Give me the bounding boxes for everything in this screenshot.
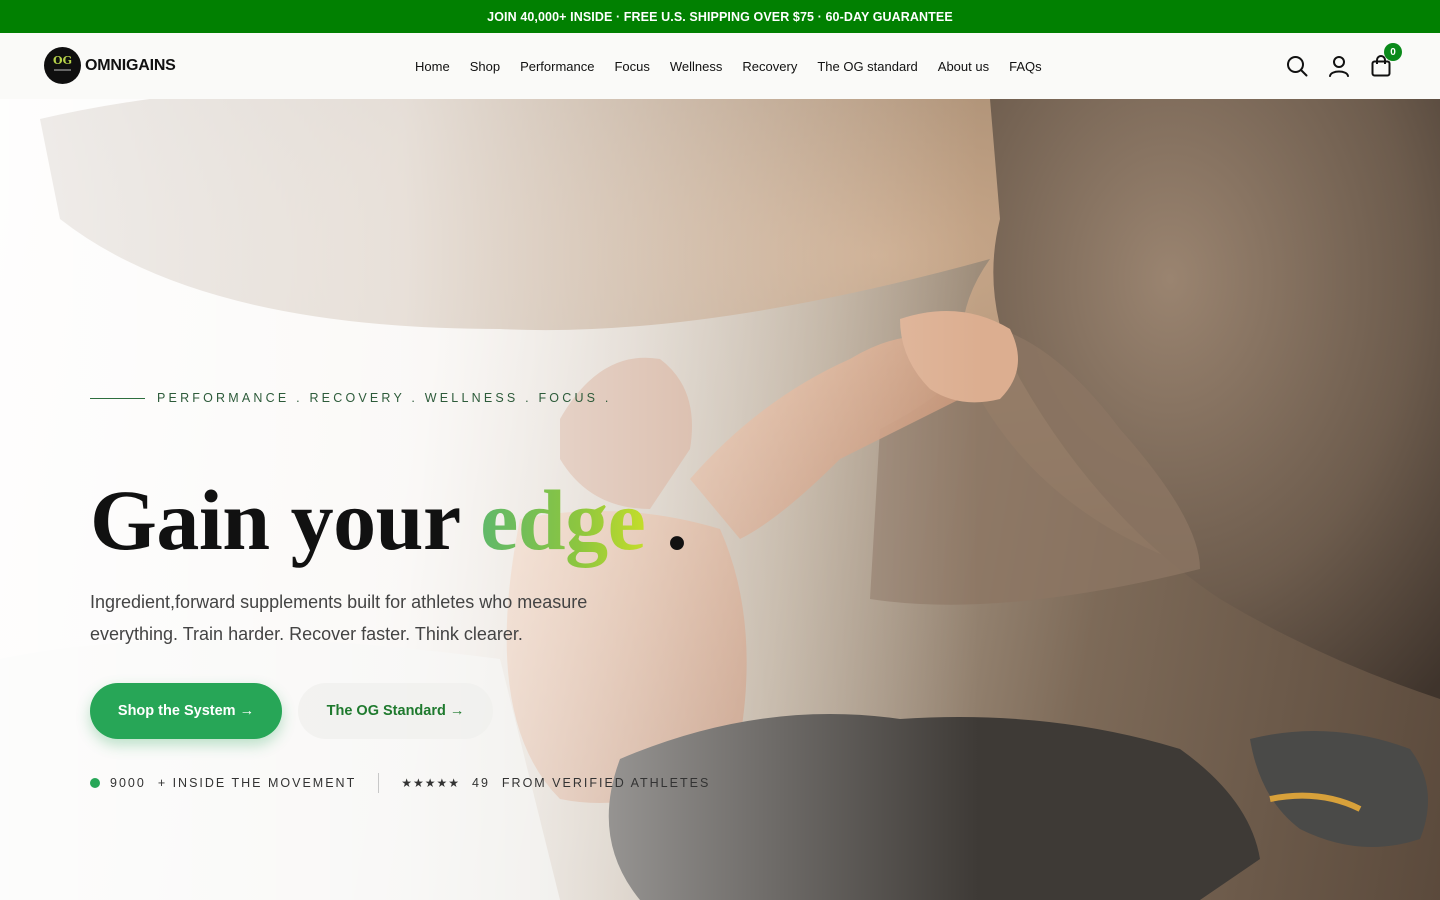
brand-name: OMNIGAINS [85,56,176,74]
logo-mark-text: OG [53,54,72,67]
nav-wellness[interactable]: Wellness [670,59,723,74]
eyebrow-rule [90,397,145,399]
headline-accent: edge [480,472,646,568]
nav-faqs[interactable]: FAQs [1009,59,1042,74]
search-icon[interactable] [1286,55,1308,77]
headline-start: Gain your [90,472,481,568]
stats-divider [378,773,380,793]
logo-underline [54,69,71,71]
nav-recovery[interactable]: Recovery [742,59,797,74]
header-actions: 0 [1286,33,1402,99]
eyebrow-text: PERFORMANCE . RECOVERY . WELLNESS . FOCU… [157,391,612,405]
stat-count: 9000 [110,776,146,790]
nav-og-standard[interactable]: The OG standard [817,59,917,74]
shopping-bag-icon[interactable]: 0 [1370,43,1402,77]
hero-stats: 9000 + INSIDE THE MOVEMENT ★★★★★ 49 FROM… [90,773,710,793]
main-nav: Home Shop Performance Focus Wellness Rec… [415,33,1042,99]
hero-section: PERFORMANCE . RECOVERY . WELLNESS . FOCU… [0,99,1440,900]
stat-count-label: + INSIDE THE MOVEMENT [157,776,357,790]
nav-shop[interactable]: Shop [470,59,500,74]
announcement-bar: JOIN 40,000+ INSIDE · FREE U.S. SHIPPING… [0,0,1440,33]
status-dot-icon [90,778,100,788]
stat-rating-label: FROM VERIFIED ATHLETES [501,776,711,790]
star-rating-icon: ★★★★★ [401,776,460,790]
announcement-text: JOIN 40,000+ INSIDE · FREE U.S. SHIPPING… [487,9,953,24]
cart-count-badge: 0 [1384,43,1402,61]
og-standard-button[interactable]: The OG Standard → [298,683,493,739]
hero-headline: Gain your edge . [90,477,688,563]
nav-performance[interactable]: Performance [520,59,594,74]
headline-end: . [645,472,688,568]
hero-subcopy: Ingredient,forward supplements built for… [90,592,588,644]
stat-rating: 49 [472,776,490,790]
nav-about-us[interactable]: About us [938,59,989,74]
brand-logo[interactable]: OG OMNIGAINS [44,47,176,84]
hero-eyebrow: PERFORMANCE . RECOVERY . WELLNESS . FOCU… [90,391,612,405]
shop-system-button[interactable]: Shop the System → [90,683,282,739]
logo-mark-icon: OG [44,47,81,84]
user-icon[interactable] [1328,55,1350,77]
nav-home[interactable]: Home [415,59,450,74]
site-header: OG OMNIGAINS Home Shop Performance Focus… [0,33,1440,99]
nav-focus[interactable]: Focus [614,59,649,74]
